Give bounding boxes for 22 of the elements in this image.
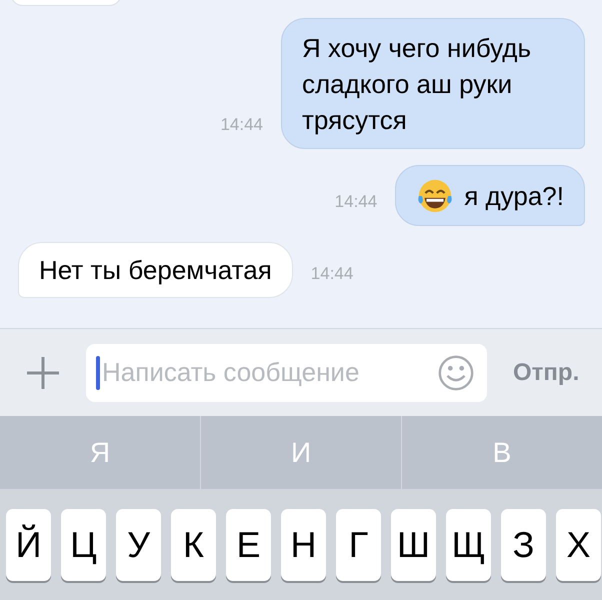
- keyboard-key[interactable]: Н: [281, 509, 326, 581]
- smiley-icon[interactable]: [437, 354, 475, 392]
- message-text: Я хочу чего нибудь сладкого аш руки трясутся: [302, 32, 532, 137]
- message-field[interactable]: Написать сообщение: [86, 344, 487, 402]
- laughing-emoji-icon: [416, 177, 454, 215]
- keyboard-key[interactable]: Щ: [446, 509, 491, 581]
- keyboard-key[interactable]: Й: [6, 509, 51, 581]
- keyboard-key[interactable]: У: [116, 509, 161, 581]
- message-text: я дура?!: [464, 180, 564, 213]
- keyboard-key[interactable]: З: [501, 509, 546, 581]
- message-time: 14:44: [334, 192, 378, 212]
- keyboard-key[interactable]: Ш: [391, 509, 436, 581]
- keyboard-key[interactable]: Е: [226, 509, 271, 581]
- message-input[interactable]: Написать сообщение: [100, 357, 437, 388]
- keyboard-key[interactable]: Ц: [61, 509, 106, 581]
- keyboard-key[interactable]: Г: [336, 509, 381, 581]
- keyboard-key[interactable]: Х: [556, 509, 601, 581]
- plus-icon[interactable]: [26, 356, 60, 390]
- message-text: Нет ты беремчатая: [39, 254, 272, 287]
- message-time: 14:44: [310, 264, 354, 284]
- keyboard-key[interactable]: К: [171, 509, 216, 581]
- message-time: 14:44: [220, 115, 263, 135]
